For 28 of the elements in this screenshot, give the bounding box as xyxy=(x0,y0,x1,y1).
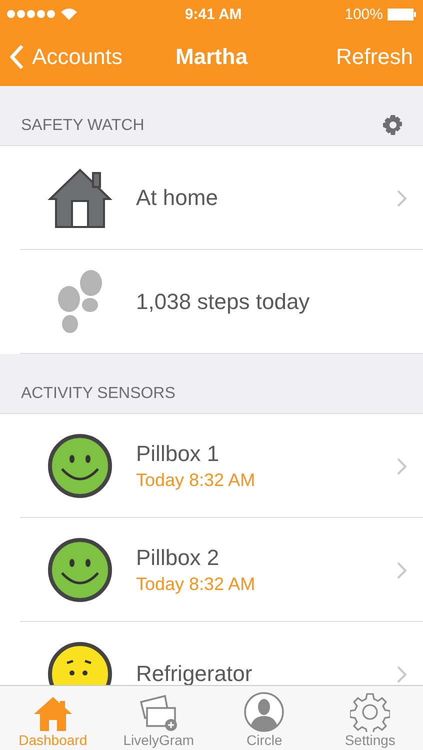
battery-level: 100% xyxy=(344,6,383,22)
row-title: At home xyxy=(136,185,219,211)
smiley-icon xyxy=(47,433,113,499)
tab[interactable]: Settings xyxy=(317,686,423,750)
tab[interactable]: Dashboard xyxy=(0,686,106,750)
status-time: 9:41 AM xyxy=(184,6,242,22)
back-icon xyxy=(10,44,24,70)
screen-title: Martha xyxy=(175,44,248,69)
settings-icon[interactable] xyxy=(383,115,403,135)
back-button[interactable]: Accounts xyxy=(10,44,122,70)
row-title: Pillbox 2 xyxy=(136,545,220,571)
house-icon xyxy=(32,696,73,732)
refresh-button[interactable]: Refresh xyxy=(336,44,413,70)
row-title: Pillbox 1 xyxy=(136,441,220,467)
tab[interactable]: Circle xyxy=(212,686,318,750)
footprints-icon xyxy=(56,269,104,335)
person-icon xyxy=(244,692,284,732)
section-header: SAFETY WATCH xyxy=(21,117,144,135)
row-time: Today 8:32 AM xyxy=(136,470,256,491)
row-title: 1,038 steps today xyxy=(136,289,311,315)
smiley-icon xyxy=(47,537,113,603)
battery-icon xyxy=(387,8,417,20)
settings-icon xyxy=(350,692,390,732)
row-time: Today 8:32 AM xyxy=(136,574,256,595)
section-header: ACTIVITY SENSORS xyxy=(21,385,176,403)
tab[interactable]: LivelyGram xyxy=(106,686,212,750)
house-icon xyxy=(47,167,113,229)
photos-icon xyxy=(138,694,179,732)
